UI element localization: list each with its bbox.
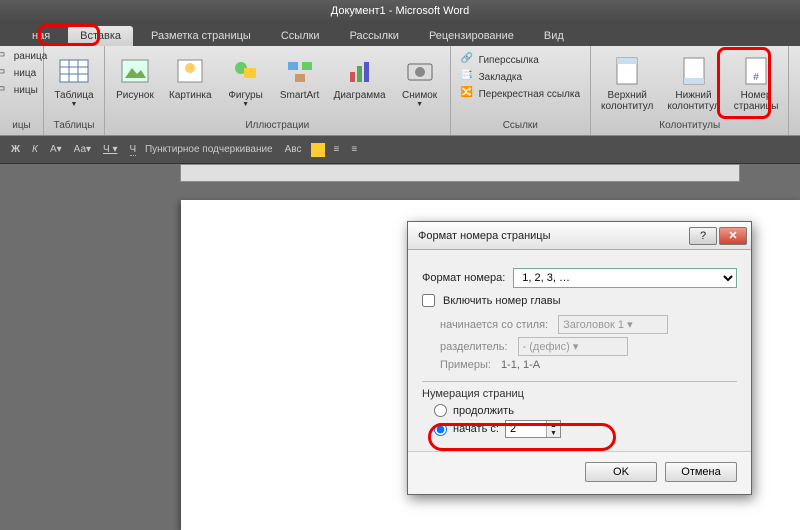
hyperlink-button[interactable]: 🔗Гиперссылка (457, 52, 584, 68)
group-links: 🔗Гиперссылка 📑Закладка 🔀Перекрестная ссы… (451, 46, 591, 135)
tab-home-partial[interactable]: ная (20, 26, 62, 46)
page-number-button[interactable]: #Номерстраницы (730, 48, 783, 114)
tab-page-layout[interactable]: Разметка страницы (139, 26, 263, 46)
tab-view[interactable]: Вид (532, 26, 576, 46)
page-number-icon: # (738, 52, 774, 88)
starts-style-label: начинается со стиля: (440, 319, 548, 331)
starts-style-select: Заголовок 1 ▾ (558, 315, 668, 334)
group-illustrations-label: Иллюстрации (245, 119, 309, 133)
smartart-icon (282, 52, 318, 88)
numbering-group-title: Нумерация страниц (422, 388, 737, 400)
titlebar: Документ1 - Microsoft Word (0, 0, 800, 22)
bookmark-icon: 📑 (461, 70, 475, 84)
dotted-underline-button[interactable]: Ч Пунктирное подчеркивание (127, 144, 276, 156)
smartart-button[interactable]: SmartArt (276, 48, 324, 103)
highlight-icon[interactable] (311, 143, 325, 157)
number-format-select[interactable]: 1, 2, 3, … (513, 268, 737, 288)
header-icon (609, 52, 645, 88)
ruler[interactable] (180, 164, 740, 182)
ok-button[interactable]: OK (585, 462, 657, 482)
page-icon: ▭ (0, 66, 10, 80)
examples-label: Примеры: (440, 359, 491, 371)
group-pages-label: ицы (12, 119, 31, 133)
continue-label: продолжить (453, 405, 514, 417)
titlebar-text: Документ1 - Microsoft Word (331, 5, 469, 17)
group-links-label: Ссылки (503, 119, 538, 133)
ribbon-tabs: ная Вставка Разметка страницы Ссылки Рас… (0, 22, 800, 46)
start-at-input[interactable] (506, 421, 546, 437)
group-partial: AНад (789, 46, 800, 135)
group-illustrations: Рисунок Картинка Фигуры▼ SmartArt Диагра… (105, 46, 451, 135)
shapes-icon (228, 52, 264, 88)
page-icon: ▭ (0, 83, 10, 97)
crossref-icon: 🔀 (461, 87, 475, 101)
tab-review[interactable]: Рецензирование (417, 26, 526, 46)
dialog-title: Формат номера страницы (418, 230, 551, 242)
clipart-button[interactable]: Картинка (165, 48, 216, 103)
start-at-radio[interactable] (434, 423, 447, 436)
footer-icon (676, 52, 712, 88)
group-tables-label: Таблицы (54, 119, 95, 133)
table-icon (56, 52, 92, 88)
spin-down[interactable]: ▼ (546, 429, 560, 437)
hyperlink-icon: 🔗 (461, 53, 475, 67)
footer-button[interactable]: Нижнийколонтитул (663, 48, 723, 114)
tab-mailings[interactable]: Рассылки (338, 26, 411, 46)
separator-select: - (дефис) ▾ (518, 337, 628, 356)
svg-text:#: # (753, 72, 759, 83)
examples-value: 1-1, 1-A (501, 359, 540, 371)
start-at-spinner[interactable]: ▲▼ (505, 420, 561, 438)
separator-label: разделитель: (440, 341, 508, 353)
shapes-button[interactable]: Фигуры▼ (222, 48, 270, 110)
dialog-titlebar[interactable]: Формат номера страницы ? ✕ (408, 222, 751, 250)
group-tables: Таблица▼ Таблицы (44, 46, 105, 135)
cancel-button[interactable]: Отмена (665, 462, 737, 482)
group-headers-label: Колонтитулы (659, 119, 720, 133)
table-button[interactable]: Таблица▼ (50, 48, 98, 110)
ribbon: ▭раница ▭ница ▭ницы ицы Таблица▼ Таблицы… (0, 46, 800, 136)
screenshot-button[interactable]: Снимок▼ (396, 48, 444, 110)
secondary-toolbar: Ж К А▾ Аа▾ Ч ▾ Ч Пунктирное подчеркивани… (0, 136, 800, 164)
number-format-label: Формат номера: (422, 272, 505, 284)
picture-icon (117, 52, 153, 88)
clipart-icon (172, 52, 208, 88)
start-at-label: начать с: (453, 423, 499, 435)
crossref-button[interactable]: 🔀Перекрестная ссылка (457, 86, 584, 102)
include-chapter-label: Включить номер главы (443, 295, 561, 307)
camera-icon (402, 52, 438, 88)
continue-radio[interactable] (434, 404, 447, 417)
textbox-button-partial[interactable]: AНад (795, 48, 800, 103)
header-button[interactable]: Верхнийколонтитул (597, 48, 657, 114)
spin-up[interactable]: ▲ (546, 421, 560, 429)
page-icon: ▭ (0, 49, 10, 63)
close-button[interactable]: ✕ (719, 227, 747, 245)
group-headers: Верхнийколонтитул Нижнийколонтитул #Номе… (591, 46, 789, 135)
include-chapter-checkbox[interactable] (422, 294, 435, 307)
bookmark-button[interactable]: 📑Закладка (457, 69, 584, 85)
page-number-format-dialog: Формат номера страницы ? ✕ Формат номера… (407, 221, 752, 495)
tab-insert[interactable]: Вставка (68, 26, 133, 46)
group-pages: ▭раница ▭ница ▭ницы ицы (0, 46, 44, 135)
picture-button[interactable]: Рисунок (111, 48, 159, 103)
tab-references[interactable]: Ссылки (269, 26, 332, 46)
chart-button[interactable]: Диаграмма (330, 48, 390, 103)
chart-icon (342, 52, 378, 88)
help-button[interactable]: ? (689, 227, 717, 245)
